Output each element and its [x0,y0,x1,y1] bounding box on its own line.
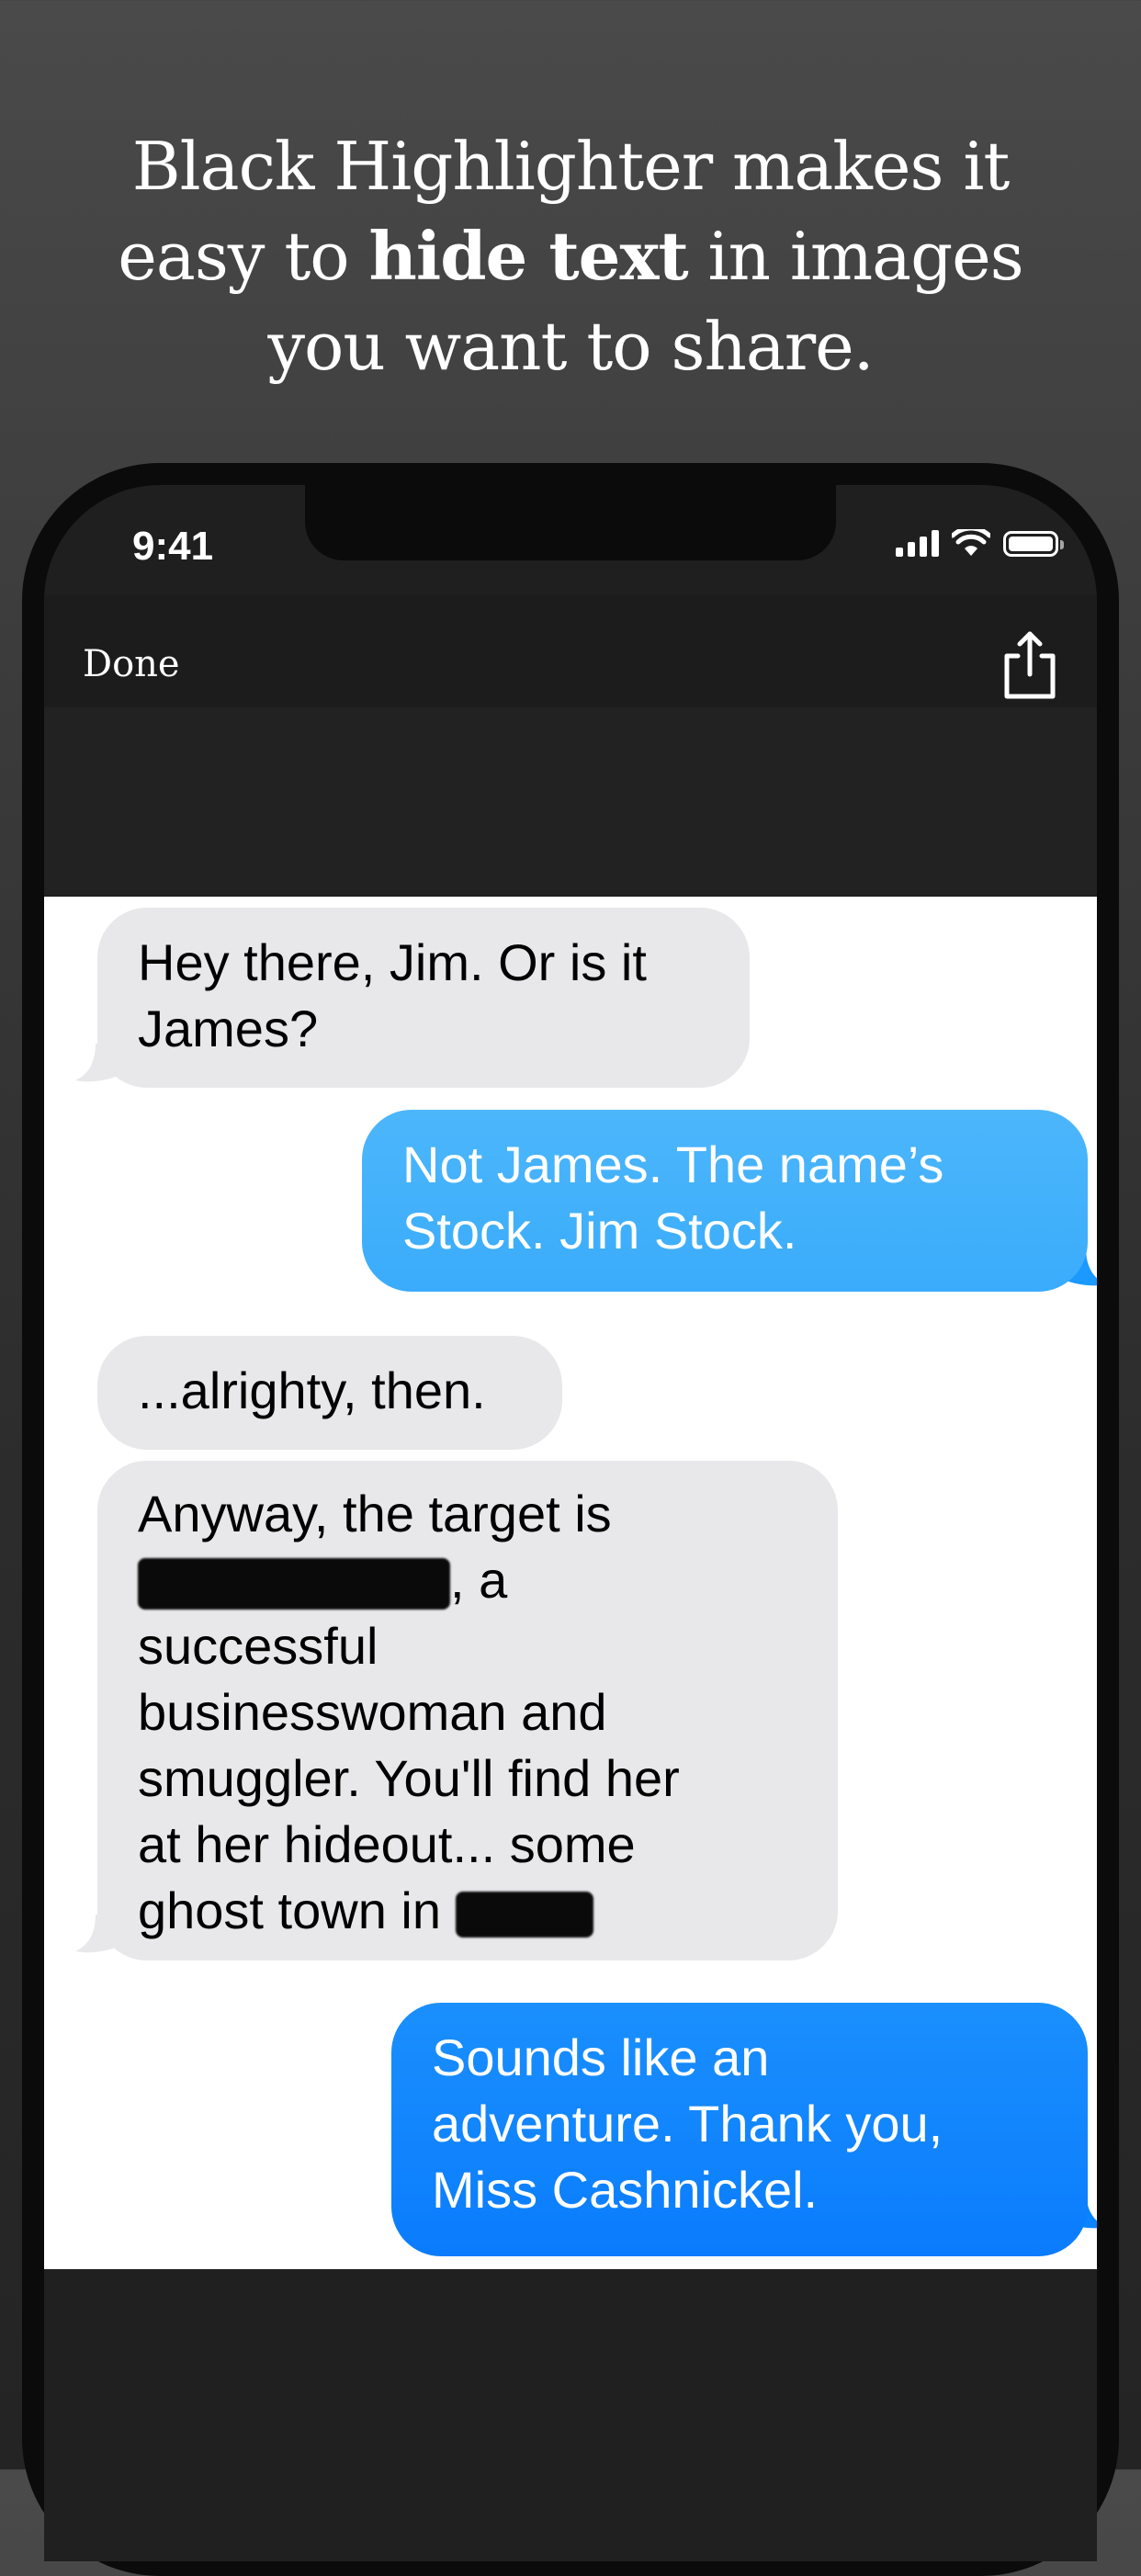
share-icon[interactable] [998,628,1062,702]
message-text: smuggler. You'll find her [138,1749,680,1807]
message-text: , a [138,1547,797,1613]
cellular-signal-icon [896,529,939,557]
message-text: Hey there, Jim. Or is it [138,933,647,991]
status-time: 9:41 [132,524,214,569]
message-text: businesswoman and [138,1683,607,1741]
message-text: ghost town in [138,1878,797,1944]
message-text: James? [138,1000,319,1057]
message-text: Anyway, the target is [138,1485,612,1542]
message-text: adventure. Thank you, [432,2095,943,2152]
message-text-prefix: ghost town in [138,1881,441,1939]
message-text: Not James. The name’s [402,1135,944,1193]
message-bubble-received: ...alrighty, then. [97,1336,562,1450]
message-bubble-received: Anyway, the target is , a successful bus… [97,1461,838,1960]
wifi-icon [952,529,990,556]
redaction-block[interactable] [138,1558,450,1610]
message-bubble-sent: Not James. The name’s Stock. Jim Stock. [362,1110,1088,1292]
edited-image[interactable]: Hey there, Jim. Or is it James? Not Jame… [44,897,1097,2269]
battery-icon [1003,531,1064,557]
headline-emphasis: hide text [368,217,689,295]
redaction-block[interactable] [455,1892,593,1938]
phone-notch [305,485,836,560]
message-text: Stock. Jim Stock. [402,1202,797,1260]
message-text: Sounds like an [432,2028,770,2086]
message-text: ...alrighty, then. [138,1361,486,1419]
bottom-toolbar-area [44,2269,1097,2561]
headline-line-2-end: in images [687,218,1024,295]
message-text: at her hideout... some [138,1815,636,1873]
message-bubble-sent: Sounds like an adventure. Thank you, Mis… [391,2003,1088,2256]
message-text-suffix: , a [450,1551,508,1609]
message-text: Miss Cashnickel. [432,2161,819,2219]
phone-screen: 9:41 Done Hey there, Jim. Or is it James… [44,485,1097,2561]
message-bubble-received: Hey there, Jim. Or is it James? [97,908,750,1088]
navigation-bar: Done [44,595,1097,707]
image-canvas-margin [44,707,1097,895]
headline: Black Highlighter makes it easy to hide … [0,121,1141,391]
status-icons [896,529,1064,557]
headline-line-1: Black Highlighter makes it [131,128,1011,205]
message-text: successful [138,1617,378,1675]
done-button[interactable]: Done [83,643,180,685]
headline-line-2: easy to hide text in images [0,211,1141,301]
headline-line-3: you want to share. [267,308,874,385]
headline-line-2-start: easy to [118,218,369,295]
